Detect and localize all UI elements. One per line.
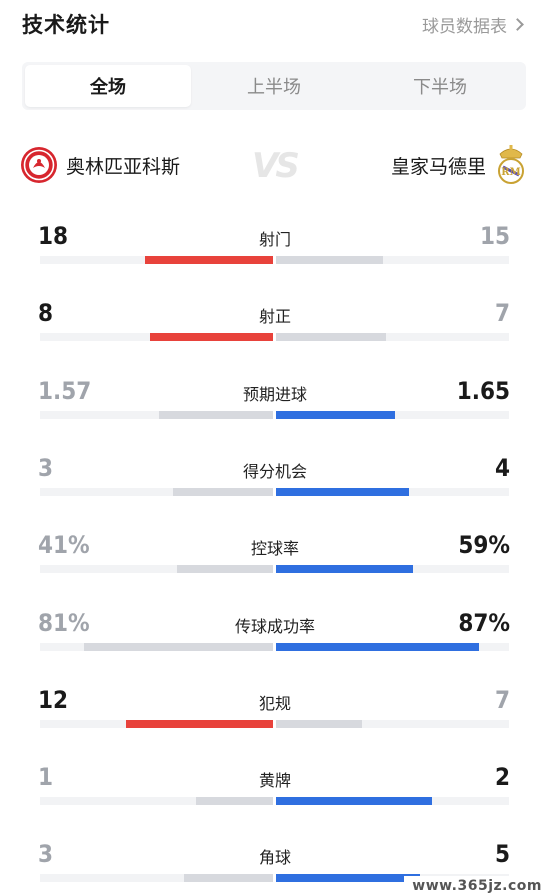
stat-label: 传球成功率	[234, 616, 315, 636]
stat-row: 18 射门 15	[0, 222, 550, 272]
vs-label: VS	[252, 146, 300, 186]
away-team-name: 皇家马德里	[390, 155, 486, 178]
section-title: 技术统计	[22, 13, 110, 37]
away-bar	[276, 565, 413, 574]
home-bar	[145, 256, 273, 264]
home-bar	[177, 565, 273, 574]
away-stat-value: 59%	[458, 531, 510, 560]
away-stat-value: 7	[494, 685, 510, 714]
svg-text:RM: RM	[501, 167, 520, 178]
stat-row: 8 射正 7	[0, 299, 550, 349]
home-bar	[126, 719, 273, 728]
tab-full-match[interactable]: 全场	[25, 65, 191, 107]
tab-first-half[interactable]: 上半场	[191, 65, 357, 107]
stat-label: 角球	[258, 848, 291, 868]
home-stat-value: 12	[38, 685, 69, 714]
teams-header: 奥林匹亚科斯 VS 皇家马德里 RM	[0, 140, 550, 194]
stat-row: 3 得分机会 4	[0, 454, 550, 504]
away-bar	[276, 256, 383, 264]
player-stats-link[interactable]: 球员数据表	[422, 12, 524, 37]
away-bar	[276, 333, 386, 342]
away-bar	[276, 410, 395, 419]
home-stat-value: 3	[38, 453, 54, 482]
period-tabs: 全场 上半场 下半场	[22, 62, 526, 110]
olympiacos-crest-icon	[21, 147, 57, 183]
stat-row: 1.57 预期进球 1.65	[0, 377, 550, 427]
real-madrid-crest-icon: RM	[498, 145, 524, 184]
home-bar	[184, 874, 273, 883]
home-team-name: 奥林匹亚科斯	[66, 155, 181, 178]
player-stats-link-label: 球员数据表	[422, 17, 507, 37]
stat-row: 81% 传球成功率 87%	[0, 609, 550, 659]
home-stat-value: 41%	[38, 531, 90, 560]
chevron-right-icon	[511, 18, 524, 31]
home-team: 奥林匹亚科斯	[20, 146, 180, 184]
stat-label: 控球率	[250, 539, 299, 559]
away-stat-value: 15	[479, 222, 510, 250]
section-header: 技术统计 球员数据表	[0, 0, 550, 46]
tab-second-half[interactable]: 下半场	[357, 65, 523, 107]
stat-row: 1 黄牌 2	[0, 763, 550, 813]
stat-row: 41% 控球率 59%	[0, 531, 550, 581]
home-bar	[173, 487, 273, 496]
stat-label: 犯规	[258, 693, 291, 713]
away-bar	[276, 719, 362, 728]
away-stat-value: 5	[494, 840, 510, 869]
home-stat-value: 3	[38, 840, 54, 869]
away-bar	[276, 874, 420, 883]
home-stat-value: 81%	[38, 608, 90, 637]
away-stat-value: 1.65	[456, 376, 510, 405]
stat-label: 预期进球	[242, 384, 307, 404]
away-bar	[276, 642, 479, 651]
away-bar	[276, 797, 432, 806]
stat-label: 黄牌	[258, 771, 291, 791]
stat-label: 射门	[258, 230, 291, 249]
home-stat-value: 8	[38, 299, 54, 328]
away-stat-value: 7	[494, 299, 510, 328]
watermark: www.365jz.com	[404, 876, 550, 896]
home-stat-value: 1.57	[38, 376, 92, 405]
home-bar	[84, 642, 273, 651]
home-bar	[159, 410, 273, 419]
stat-label: 得分机会	[242, 461, 307, 481]
stat-label: 射正	[258, 307, 291, 327]
stat-row: 12 犯规 7	[0, 686, 550, 736]
home-bar	[150, 333, 273, 342]
home-stat-value: 1	[38, 763, 54, 792]
home-stat-value: 18	[38, 222, 69, 250]
away-bar	[276, 487, 409, 496]
away-team: 皇家马德里 RM	[391, 144, 528, 186]
home-bar	[196, 797, 273, 806]
away-stat-value: 87%	[458, 608, 510, 637]
away-stat-value: 4	[494, 453, 510, 482]
away-stat-value: 2	[494, 763, 510, 792]
